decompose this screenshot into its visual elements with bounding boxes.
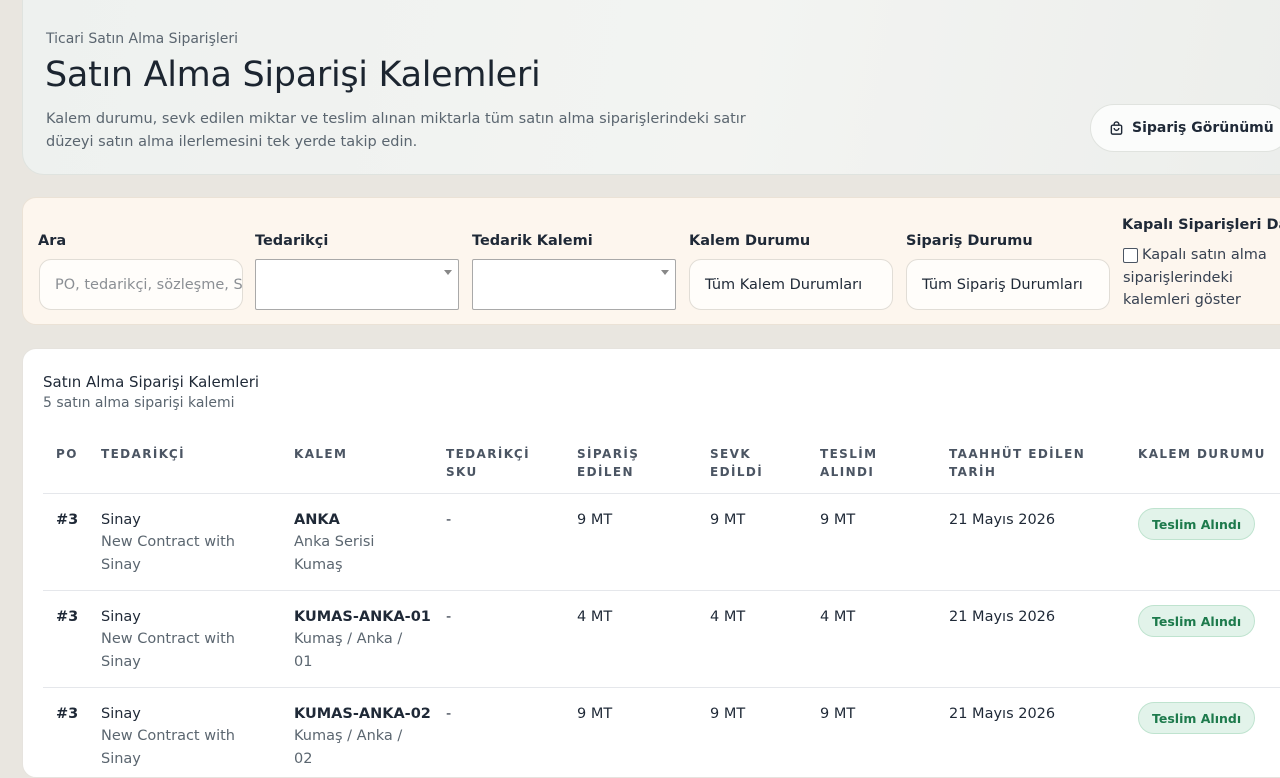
- eyebrow: Ticari Satın Alma Siparişleri: [46, 31, 239, 47]
- closed-orders-label: Kapalı Siparişleri Dahil Et: [1122, 217, 1280, 233]
- status-badge: Teslim Alındı: [1138, 605, 1256, 637]
- col-header-received[interactable]: TESLİM ALINDI: [820, 445, 900, 481]
- supplier-name: Sinay: [101, 609, 141, 625]
- received-qty: 9 MT: [820, 512, 856, 528]
- contract-name: New Contract with Sinay: [101, 534, 235, 573]
- shipped-qty: 9 MT: [710, 706, 746, 722]
- supplier-sku: -: [446, 512, 452, 528]
- committed-date: 21 Mayıs 2026: [949, 706, 1056, 722]
- caret-down-icon: [444, 270, 452, 275]
- status-badge: Teslim Alındı: [1138, 508, 1256, 540]
- row-divider: [43, 590, 1280, 591]
- supplier-label: Tedarikçi: [255, 233, 329, 249]
- table-title: Satın Alma Siparişi Kalemleri: [43, 373, 260, 391]
- col-header-item-status[interactable]: KALEM DURUMU: [1138, 445, 1266, 463]
- col-header-supplier[interactable]: TEDARİKÇİ: [101, 445, 185, 463]
- supplier-sku: -: [446, 609, 452, 625]
- received-qty: 4 MT: [820, 609, 856, 625]
- col-header-ordered[interactable]: SİPARİŞ EDİLEN: [577, 445, 667, 481]
- ordered-qty: 4 MT: [577, 609, 613, 625]
- status-badge: Teslim Alındı: [1138, 702, 1256, 734]
- shopping-bag-icon: [1110, 120, 1123, 135]
- committed-date: 21 Mayıs 2026: [949, 512, 1056, 528]
- ordered-qty: 9 MT: [577, 512, 613, 528]
- order-status-select[interactable]: Tüm Sipariş Durumları: [906, 259, 1110, 310]
- received-qty: 9 MT: [820, 706, 856, 722]
- item-status-label: Kalem Durumu: [689, 233, 811, 249]
- item-status-select[interactable]: Tüm Kalem Durumları: [689, 259, 893, 310]
- col-header-item[interactable]: KALEM: [294, 445, 347, 463]
- po-number[interactable]: #3: [56, 509, 78, 532]
- shipped-qty: 4 MT: [710, 609, 746, 625]
- search-label: Ara: [38, 233, 67, 249]
- order-view-button[interactable]: Sipariş Görünümü: [1090, 104, 1280, 152]
- row-divider: [43, 493, 1280, 494]
- item-code: ANKA: [294, 512, 340, 528]
- order-status-label: Sipariş Durumu: [906, 233, 1033, 249]
- order-view-label: Sipariş Görünümü: [1132, 120, 1274, 136]
- page-description: Kalem durumu, sevk edilen miktar ve tesl…: [46, 111, 746, 150]
- item-description: Kumaş / Anka / 01: [294, 631, 403, 670]
- item-code: KUMAS-ANKA-02: [294, 706, 431, 722]
- col-header-committed-date[interactable]: TAAHHÜT EDİLEN TARİH: [949, 445, 1099, 481]
- table-count: 5 satın alma siparişi kalemi: [43, 395, 235, 411]
- closed-orders-checkbox[interactable]: [1123, 248, 1138, 263]
- page-title: Satın Alma Siparişi Kalemleri: [45, 55, 541, 95]
- shipped-qty: 9 MT: [710, 512, 746, 528]
- ordered-qty: 9 MT: [577, 706, 613, 722]
- supplier-sku: -: [446, 706, 452, 722]
- col-header-po[interactable]: PO: [56, 445, 78, 463]
- supplier-name: Sinay: [101, 512, 141, 528]
- closed-orders-text: Kapalı satın alma siparişlerindeki kalem…: [1123, 247, 1267, 308]
- supplier-select[interactable]: [255, 259, 459, 310]
- contract-name: New Contract with Sinay: [101, 631, 235, 670]
- col-header-shipped[interactable]: SEVK EDİLDİ: [710, 445, 790, 481]
- supplier-name: Sinay: [101, 706, 141, 722]
- po-number[interactable]: #3: [56, 606, 78, 629]
- search-input[interactable]: PO, tedarikçi, sözleşme, SKU: [39, 259, 243, 310]
- supply-item-select[interactable]: [472, 259, 676, 310]
- item-description: Kumaş / Anka / 02: [294, 728, 403, 767]
- item-description: Anka Serisi Kumaş: [294, 534, 375, 573]
- caret-down-icon: [661, 270, 669, 275]
- item-code: KUMAS-ANKA-01: [294, 609, 431, 625]
- col-header-supplier-sku[interactable]: TEDARİKÇİ SKU: [446, 445, 546, 481]
- po-number[interactable]: #3: [56, 703, 78, 726]
- committed-date: 21 Mayıs 2026: [949, 609, 1056, 625]
- contract-name: New Contract with Sinay: [101, 728, 235, 767]
- row-divider: [43, 687, 1280, 688]
- supply-item-label: Tedarik Kalemi: [472, 233, 593, 249]
